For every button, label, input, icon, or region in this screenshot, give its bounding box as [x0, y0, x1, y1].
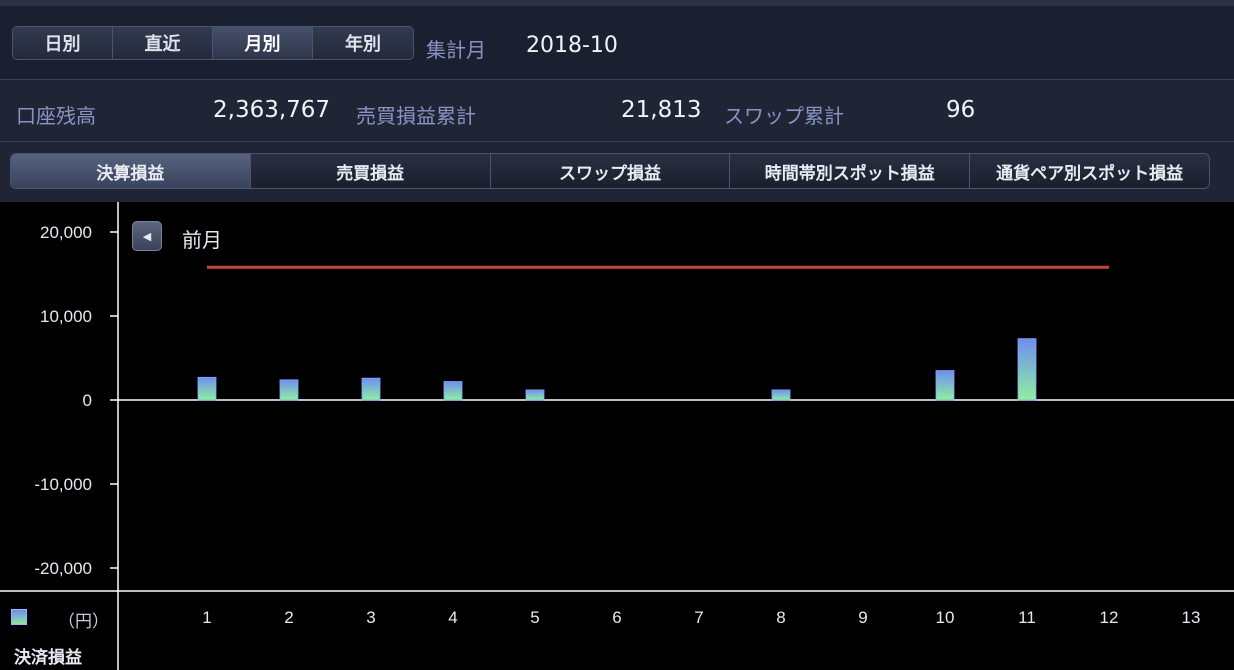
swap-value: 96	[946, 97, 976, 123]
x-tick-label: 10	[936, 608, 955, 627]
y-tick-label: -10,000	[34, 475, 92, 494]
x-tick-label: 2	[284, 608, 293, 627]
trade-pl-value: 21,813	[621, 97, 702, 123]
balance-label: 口座残高	[16, 104, 96, 128]
period-value: 2018-10	[526, 33, 618, 58]
y-axis: 20,000 10,000 0 -10,000 -20,000	[34, 202, 119, 670]
swap-label: スワップ累計	[724, 104, 844, 128]
bar	[1017, 338, 1037, 401]
tab-currency-pair-spot-pl[interactable]: 通貨ペア別スポット損益	[970, 154, 1209, 188]
x-tick-label: 4	[448, 608, 457, 627]
bar	[443, 381, 463, 401]
tab-swap-pl[interactable]: スワップ損益	[490, 154, 731, 188]
x-tick-label: 11	[1018, 608, 1036, 627]
tabs-bar: 決算損益 売買損益 スワップ損益 時間帯別スポット損益 通貨ペア別スポット損益	[0, 142, 1234, 202]
period-daily-button[interactable]: 日別	[13, 27, 113, 59]
bar	[279, 379, 299, 401]
bar	[771, 389, 791, 401]
x-tick-label: 5	[530, 608, 539, 627]
summary-bar: 口座残高 2,363,767 売買損益累計 21,813 スワップ累計 96	[0, 80, 1234, 142]
x-tick-label: 3	[366, 608, 375, 627]
settlement-pl-chart: 20,00010,0000-10,000-20,000 1 2 3 4 5 6 7 8 9 10 1…	[0, 202, 1234, 670]
period-yearly-button[interactable]: 年別	[313, 27, 413, 59]
period-selector: 日別 直近 月別 年別	[12, 26, 414, 60]
bar	[935, 370, 955, 401]
previous-month-button[interactable]: ◀	[132, 221, 162, 251]
x-tick-label: 1	[202, 608, 211, 627]
y-tick-label: 10,000	[40, 307, 92, 326]
top-toolbar: 日別 直近 月別 年別 集計月 2018-10	[0, 0, 1234, 80]
x-tick-label: 13	[1182, 608, 1201, 627]
legend-unit: （円）	[58, 612, 109, 632]
tab-hourly-spot-pl[interactable]: 時間帯別スポット損益	[730, 154, 971, 188]
trade-pl-label: 売買損益累計	[356, 104, 476, 128]
y-tick-label: 20,000	[40, 223, 92, 242]
x-tick-label: 12	[1100, 608, 1119, 627]
x-tick-label: 7	[694, 608, 703, 627]
tab-settlement-pl[interactable]: 決算損益	[11, 154, 251, 188]
x-tick-label: 9	[858, 608, 867, 627]
x-tick-label: 8	[776, 608, 785, 627]
bar	[525, 389, 545, 401]
x-axis: 1 2 3 4 5 6 7 8 9 10 11 12 13	[0, 399, 1234, 627]
bar	[361, 377, 381, 401]
tab-trade-pl[interactable]: 売買損益	[250, 154, 491, 188]
legend-swatch	[11, 609, 27, 625]
report-tabs: 決算損益 売買損益 スワップ損益 時間帯別スポット損益 通貨ペア別スポット損益	[10, 153, 1210, 189]
previous-month-label: 前月	[182, 228, 222, 252]
x-tick-label: 6	[612, 608, 621, 627]
y-tick-label: 0	[83, 391, 92, 410]
triangle-left-icon: ◀	[142, 229, 152, 243]
balance-value: 2,363,767	[213, 97, 331, 123]
bars	[197, 338, 1037, 401]
period-recent-button[interactable]: 直近	[113, 27, 213, 59]
period-monthly-button[interactable]: 月別	[213, 27, 313, 59]
legend-series-name: 決済損益	[14, 648, 82, 668]
bar	[197, 376, 217, 401]
period-label: 集計月	[426, 38, 486, 62]
y-tick-label: -20,000	[34, 559, 92, 578]
